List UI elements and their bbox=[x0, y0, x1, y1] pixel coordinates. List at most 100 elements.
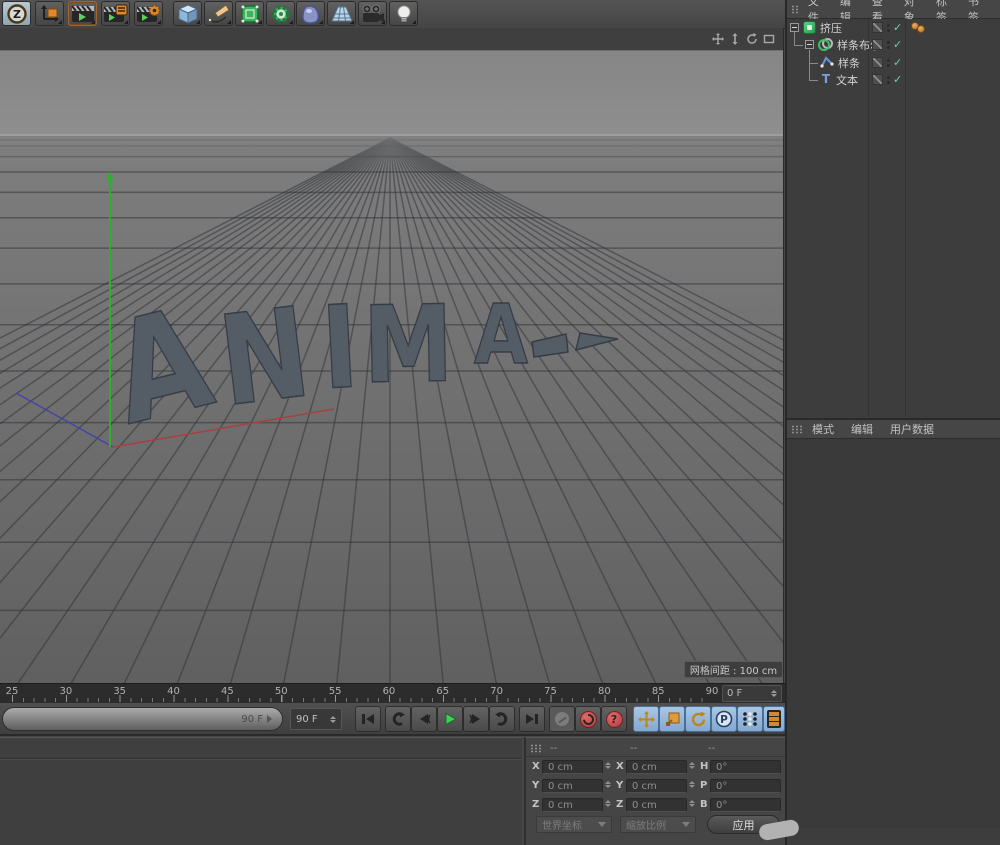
keyframe-scale-toggle[interactable] bbox=[659, 706, 685, 732]
size-z-field[interactable]: 0 cm bbox=[626, 798, 687, 812]
object-row-text[interactable]: T 文本 bbox=[820, 71, 858, 88]
size-x-spinner[interactable] bbox=[689, 762, 695, 769]
goto-start-button[interactable] bbox=[355, 706, 381, 732]
spline-pen-button[interactable] bbox=[204, 1, 233, 26]
viewport-3d[interactable]: A N I M A 网格间距 : 100 cm bbox=[0, 28, 784, 683]
end-frame-field[interactable]: 0 F bbox=[722, 685, 782, 702]
record-help-button[interactable]: ? bbox=[601, 706, 627, 732]
visibility-toggles[interactable]: ✓ bbox=[872, 22, 902, 33]
visibility-dots-icon[interactable] bbox=[887, 58, 890, 67]
spinner-arrows-icon[interactable] bbox=[771, 690, 777, 697]
timeline-ruler[interactable]: 0 F 25 30 35 40 45 50 55 60 65 70 75 80 85 90 bbox=[0, 683, 785, 704]
enabled-check-icon[interactable]: ✓ bbox=[893, 57, 902, 68]
materials-panel[interactable] bbox=[0, 737, 522, 845]
object-row-extrude[interactable]: 挤压 bbox=[790, 19, 842, 36]
enabled-check-icon[interactable]: ✓ bbox=[893, 22, 902, 33]
play-button[interactable] bbox=[437, 706, 463, 732]
panel-grip-icon[interactable] bbox=[530, 743, 543, 753]
camera-button[interactable] bbox=[358, 1, 387, 26]
layer-square-icon[interactable] bbox=[872, 74, 883, 85]
keyframe-rotation-toggle[interactable] bbox=[685, 706, 711, 732]
pos-y-field[interactable]: 0 cm bbox=[542, 779, 603, 793]
floor-environment-button[interactable] bbox=[327, 1, 356, 26]
pos-x-field[interactable]: 0 cm bbox=[542, 760, 603, 774]
spline-boolean-object-icon bbox=[818, 38, 833, 51]
menu-user-data[interactable]: 用户数据 bbox=[890, 421, 934, 437]
maximize-icon[interactable] bbox=[762, 32, 775, 45]
rot-b-field[interactable]: 0° bbox=[710, 798, 781, 812]
position-cross-icon bbox=[637, 710, 655, 728]
menu-mode[interactable]: 模式 bbox=[812, 421, 834, 437]
array-generator-button[interactable] bbox=[266, 1, 295, 26]
panel-grip-icon[interactable] bbox=[791, 424, 804, 434]
panel-grip-icon[interactable] bbox=[791, 4, 800, 14]
size-y-field[interactable]: 0 cm bbox=[626, 779, 687, 793]
prev-frame-button[interactable] bbox=[411, 706, 437, 732]
enabled-check-icon[interactable]: ✓ bbox=[893, 74, 902, 85]
deformer-button[interactable] bbox=[296, 1, 325, 26]
size-x-field[interactable]: 0 cm bbox=[626, 760, 687, 774]
subdivision-surface-button[interactable] bbox=[235, 1, 264, 26]
timeline-range-slider[interactable]: 90 F bbox=[2, 707, 283, 731]
app-logo-z-icon[interactable]: Z bbox=[2, 1, 31, 26]
size-y-spinner[interactable] bbox=[689, 781, 695, 788]
light-button[interactable] bbox=[389, 1, 418, 26]
next-frame-button[interactable] bbox=[463, 706, 489, 732]
object-tag-icon[interactable] bbox=[911, 22, 927, 33]
keyframe-pla-toggle[interactable] bbox=[737, 706, 763, 732]
pos-y-spinner[interactable] bbox=[605, 781, 611, 788]
green-cube-icon bbox=[240, 4, 259, 23]
axis-tool-button[interactable] bbox=[35, 1, 64, 26]
pos-z-spinner[interactable] bbox=[605, 800, 611, 807]
layer-square-icon[interactable] bbox=[872, 57, 883, 68]
ruler-tick-label: 40 bbox=[167, 686, 180, 697]
render-picture-viewer-button[interactable] bbox=[101, 1, 130, 26]
collapse-icon[interactable] bbox=[805, 40, 814, 49]
zoom-icon[interactable] bbox=[728, 32, 741, 45]
enabled-check-icon[interactable]: ✓ bbox=[893, 39, 902, 50]
visibility-dots-icon[interactable] bbox=[887, 23, 890, 32]
layer-square-icon[interactable] bbox=[872, 39, 883, 50]
keyframe-parameter-toggle[interactable]: P bbox=[711, 706, 737, 732]
chevron-down-icon bbox=[598, 822, 606, 827]
layer-square-icon[interactable] bbox=[872, 22, 883, 33]
object-row-spline-boolean[interactable]: 样条布尔 bbox=[805, 36, 881, 53]
goto-end-button[interactable] bbox=[519, 706, 545, 732]
size-z-spinner[interactable] bbox=[689, 800, 695, 807]
rotate-icon[interactable] bbox=[745, 32, 758, 45]
keyframe-position-toggle[interactable] bbox=[633, 706, 659, 732]
render-settings-button[interactable] bbox=[134, 1, 163, 26]
pos-x-spinner[interactable] bbox=[605, 762, 611, 769]
rot-p-field[interactable]: 0° bbox=[710, 779, 781, 793]
rot-h-field[interactable]: 0° bbox=[710, 760, 781, 774]
parameter-p-icon: P bbox=[715, 710, 733, 728]
ruler-tick-label: 75 bbox=[544, 686, 557, 697]
visibility-toggles[interactable]: ✓ bbox=[872, 74, 902, 85]
chevron-down-icon bbox=[682, 822, 690, 827]
visibility-toggles[interactable]: ✓ bbox=[872, 39, 902, 50]
pan-icon[interactable] bbox=[711, 32, 724, 45]
render-view-button[interactable] bbox=[68, 1, 97, 26]
coordinate-system-dropdown[interactable]: 世界坐标 bbox=[536, 816, 612, 833]
keyframe-selection-button[interactable] bbox=[763, 706, 785, 732]
prev-key-button[interactable] bbox=[385, 706, 411, 732]
attribute-manager-menu: 模式 编辑 用户数据 bbox=[787, 420, 1000, 439]
spline-object-icon bbox=[820, 56, 834, 69]
primitive-cube-button[interactable] bbox=[173, 1, 202, 26]
next-key-button[interactable] bbox=[489, 706, 515, 732]
collapse-icon[interactable] bbox=[790, 23, 799, 32]
cinema4d-window: Z A N I M A 网格间距: 100 cm 0 F 25 30 35 4… bbox=[0, 0, 1000, 845]
visibility-dots-icon[interactable] bbox=[887, 75, 890, 84]
scale-mode-dropdown[interactable]: 缩放比例 bbox=[620, 816, 696, 833]
pos-z-field[interactable]: 0 cm bbox=[542, 798, 603, 812]
visibility-toggles[interactable]: ✓ bbox=[872, 57, 902, 68]
spinner-arrows-icon[interactable] bbox=[330, 715, 336, 723]
object-row-spline[interactable]: 样条 bbox=[820, 54, 860, 71]
record-keyframe-button[interactable] bbox=[549, 706, 575, 732]
ruler-tick-label: 80 bbox=[597, 686, 611, 697]
transport-bar: 90 F 90 F ? P bbox=[0, 703, 785, 736]
menu-edit[interactable]: 编辑 bbox=[851, 421, 873, 437]
visibility-dots-icon[interactable] bbox=[887, 40, 890, 49]
autokey-button[interactable] bbox=[575, 706, 601, 732]
current-frame-field[interactable]: 90 F bbox=[290, 708, 342, 730]
